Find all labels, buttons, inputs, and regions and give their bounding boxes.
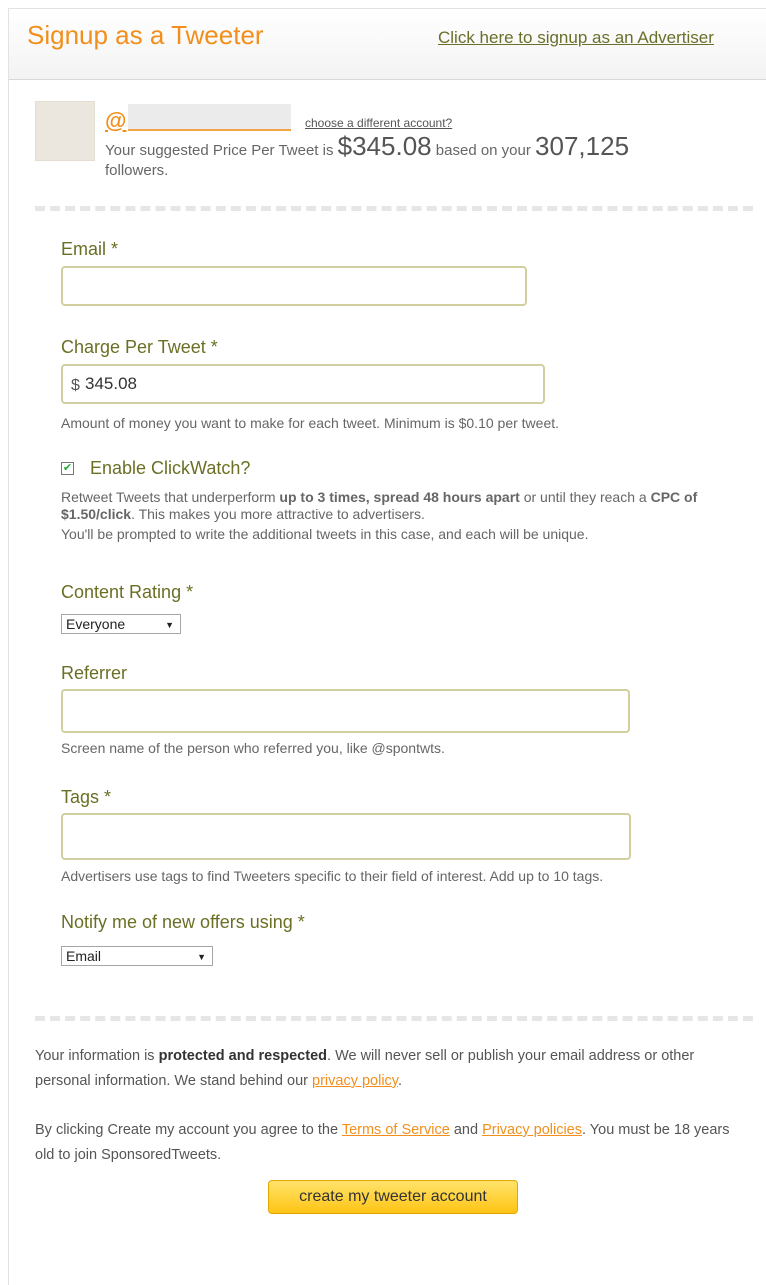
content-rating-select[interactable]: Everyone ▼ (61, 614, 181, 634)
privacy-bold: protected and respected (158, 1048, 328, 1064)
content-rating-label: Content Rating * (61, 582, 194, 602)
cw-text-2: or until they reach a (523, 489, 647, 505)
cw-text-3: . This makes you more attractive to adve… (131, 506, 425, 522)
tags-help: Advertisers use tags to find Tweeters sp… (61, 868, 604, 884)
charge-per-tweet-field[interactable] (85, 370, 525, 398)
chevron-down-icon: ▼ (165, 620, 174, 630)
referrer-help: Screen name of the person who referred y… (61, 740, 445, 756)
advertiser-signup-link[interactable]: Click here to signup as an Advertiser (438, 28, 714, 48)
page-header: Signup as a Tweeter Click here to signup… (9, 9, 766, 80)
notify-value: Email (66, 948, 102, 964)
page-title: Signup as a Tweeter (27, 20, 264, 50)
cw-text-4: You'll be prompted to write the addition… (61, 526, 589, 542)
privacy-policy-link[interactable]: privacy policy (312, 1073, 398, 1089)
tags-field[interactable] (61, 813, 631, 860)
currency-symbol: $ (71, 377, 80, 394)
clickwatch-checkbox[interactable]: ✔ (61, 462, 74, 475)
email-label: Email * (61, 239, 119, 259)
account-handle: @ (105, 108, 126, 134)
terms-text-2: and (453, 1122, 479, 1138)
charge-field-wrapper: $ (61, 364, 545, 404)
clickwatch-label: Enable ClickWatch? (90, 458, 251, 478)
clickwatch-description: Retweet Tweets that underperform up to 3… (61, 489, 751, 543)
tags-label: Tags * (61, 787, 112, 807)
notify-select[interactable]: Email ▼ (61, 946, 213, 966)
privacy-text-1: Your information is (35, 1048, 155, 1064)
referrer-field[interactable] (61, 689, 630, 733)
chevron-down-icon: ▼ (197, 952, 206, 962)
terms-text-1: By clicking Create my account you agree … (35, 1122, 339, 1138)
suggest-mid: based on your (435, 142, 531, 159)
account-handle-redacted (128, 104, 291, 131)
terms-of-service-link[interactable]: Terms of Service (342, 1122, 450, 1138)
avatar (35, 101, 95, 161)
choose-different-account-link[interactable]: choose a different account? (305, 116, 452, 130)
divider (35, 206, 753, 211)
notify-label: Notify me of new offers using * (61, 912, 305, 932)
suggest-suffix: followers. (105, 162, 169, 179)
email-field[interactable] (61, 266, 527, 306)
privacy-text-3: . (397, 1073, 402, 1089)
content-rating-value: Everyone (66, 616, 126, 632)
referrer-label: Referrer (61, 663, 128, 683)
at-sign: @ (105, 108, 127, 133)
privacy-policies-link[interactable]: Privacy policies (482, 1122, 582, 1138)
suggested-price-text: Your suggested Price Per Tweet is $345.0… (105, 133, 745, 181)
terms-notice: By clicking Create my account you agree … (35, 1118, 735, 1168)
divider (35, 1016, 753, 1021)
charge-help: Amount of money you want to make for eac… (61, 415, 560, 431)
suggested-price: $345.08 (337, 131, 432, 161)
charge-label: Charge Per Tweet * (61, 337, 218, 357)
privacy-notice: Your information is protected and respec… (35, 1044, 735, 1094)
create-account-button[interactable]: create my tweeter account (268, 1180, 518, 1214)
cw-text-1: Retweet Tweets that underperform (61, 489, 276, 505)
follower-count: 307,125 (535, 131, 630, 161)
cw-bold-1: up to 3 times, spread 48 hours apart (279, 489, 520, 505)
suggest-prefix: Your suggested Price Per Tweet is (105, 142, 334, 159)
